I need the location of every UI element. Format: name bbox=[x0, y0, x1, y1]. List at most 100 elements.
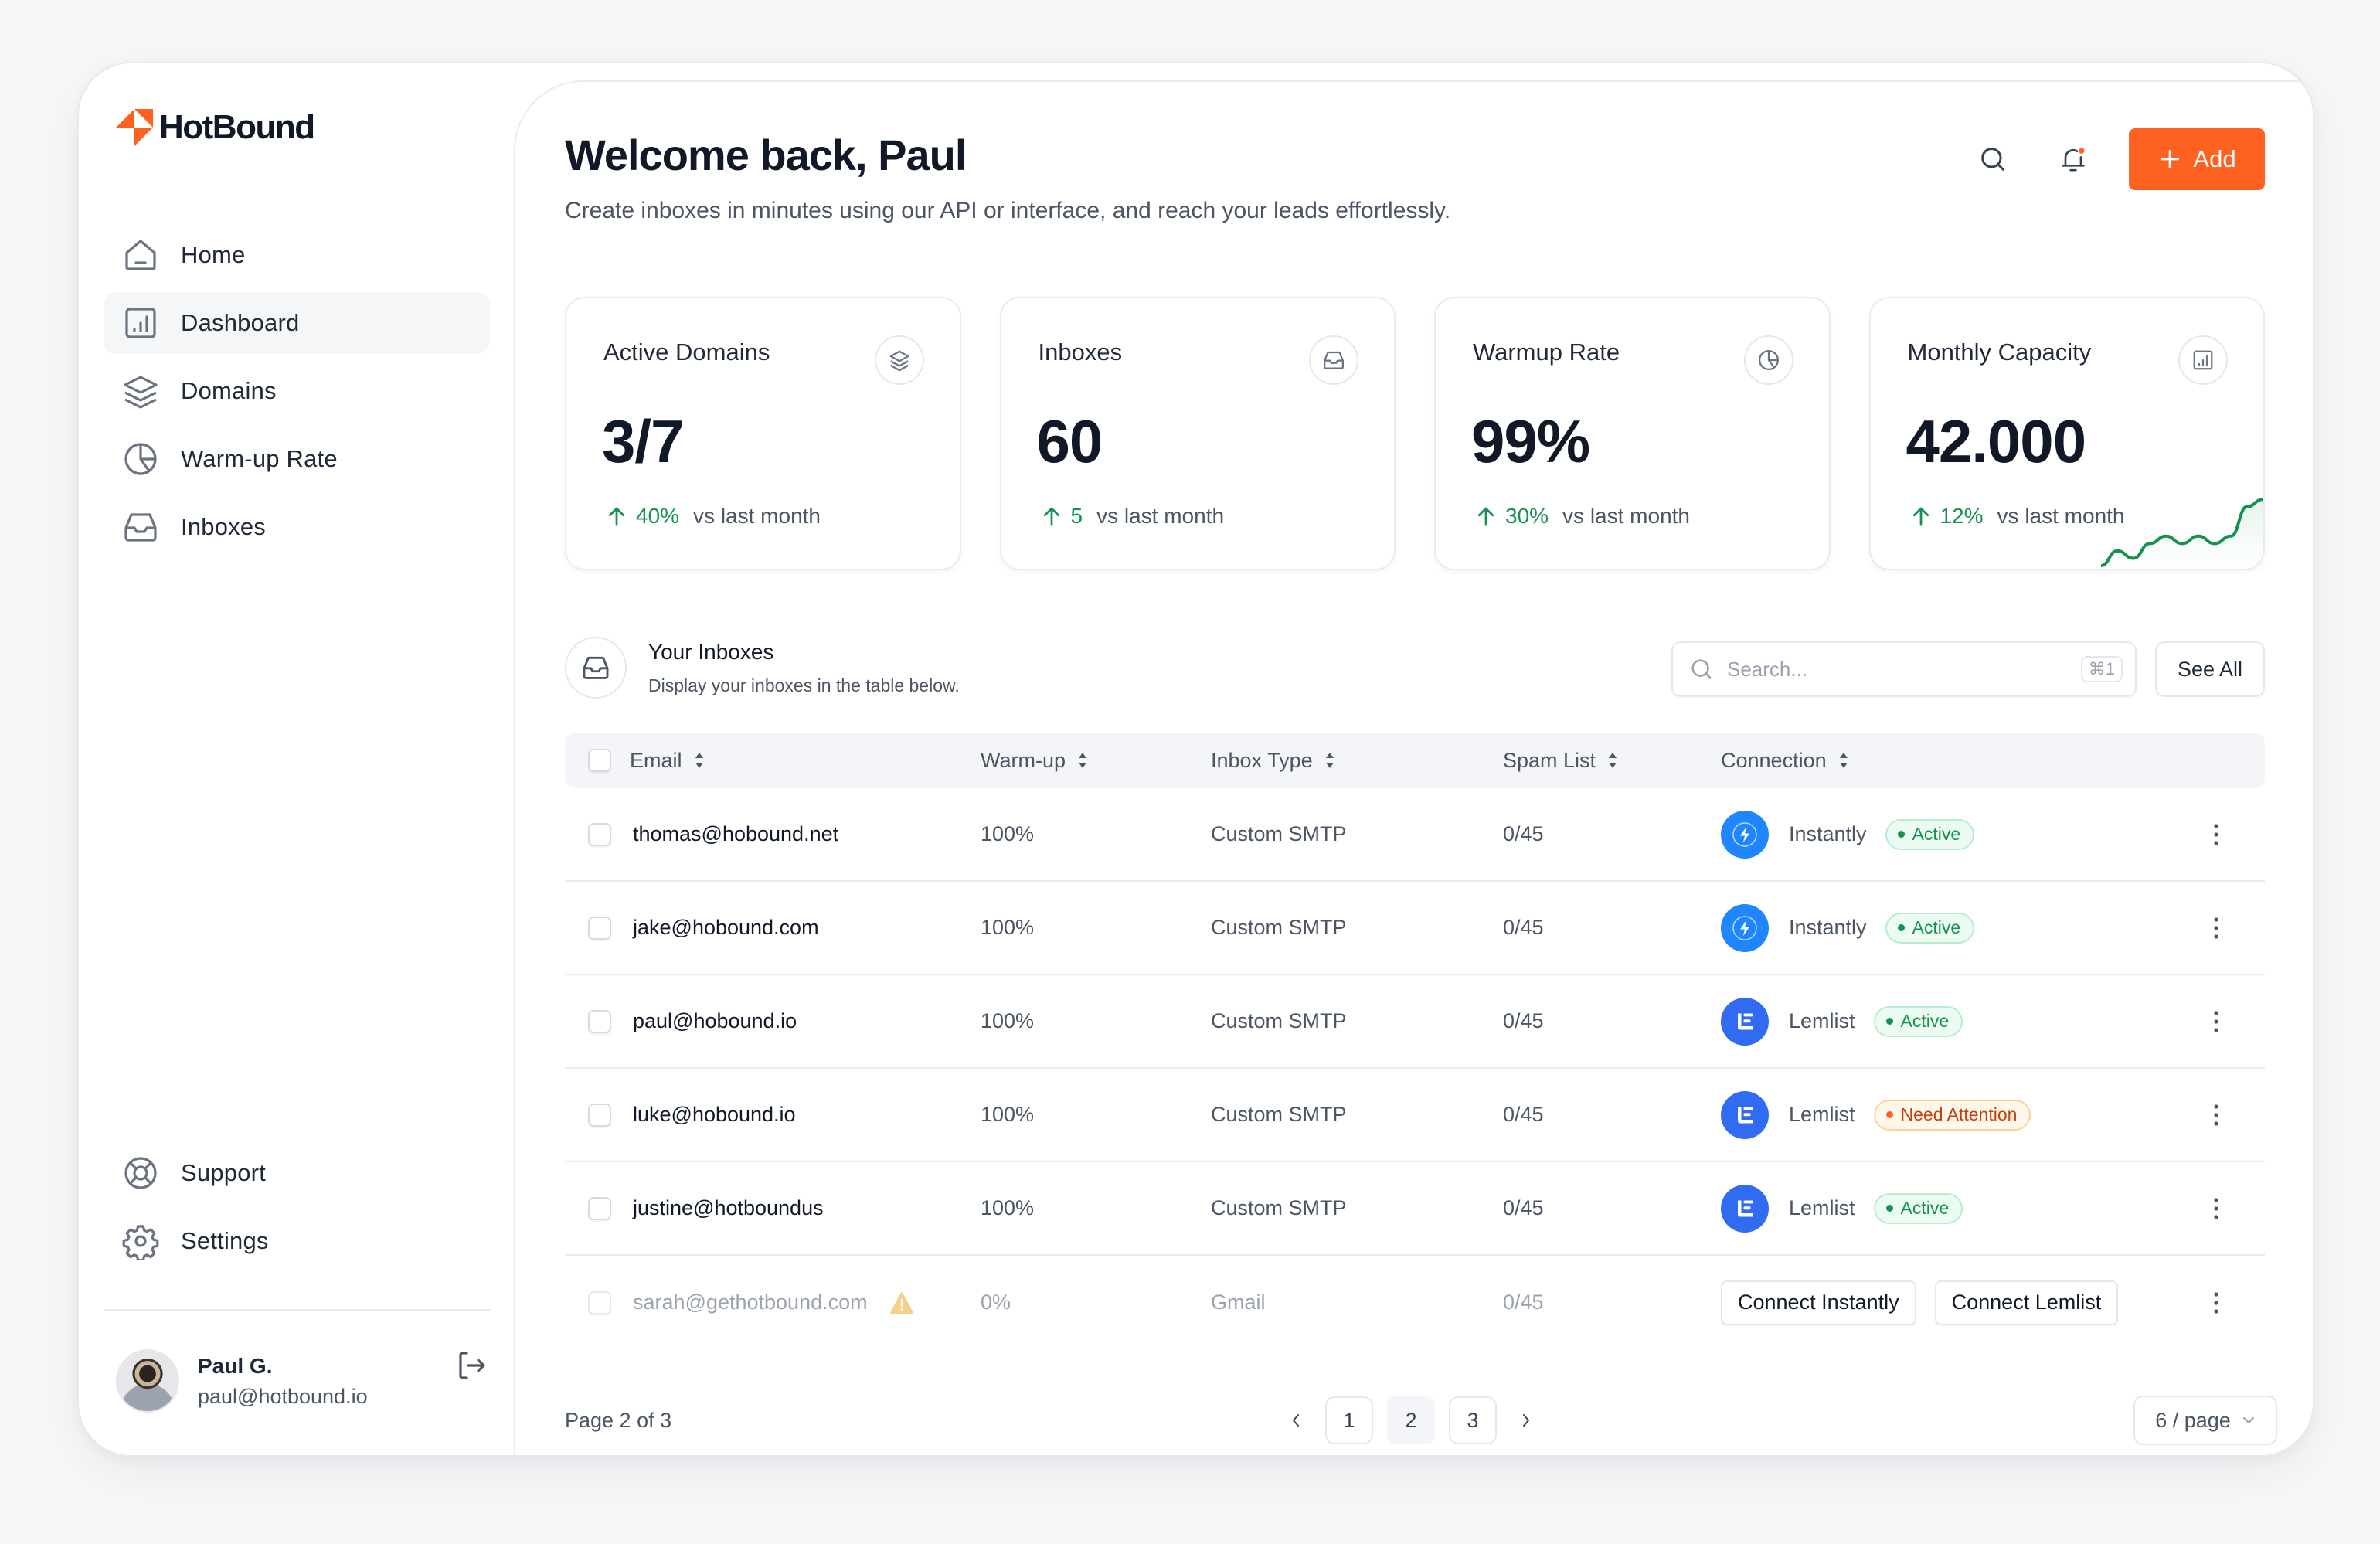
user-profile[interactable]: Paul G. paul@hotbound.io bbox=[116, 1346, 490, 1416]
hotbound-logo-icon bbox=[116, 109, 153, 146]
row-checkbox[interactable] bbox=[588, 1103, 611, 1127]
table-row[interactable]: thomas@hobound.net 100% Custom SMTP 0/45… bbox=[565, 788, 2265, 882]
stat-label: Active Domains bbox=[604, 338, 770, 366]
row-menu-button[interactable] bbox=[2205, 788, 2228, 880]
more-vertical-icon bbox=[2214, 823, 2218, 845]
stat-card-inboxes[interactable]: Inboxes 60 5 vs last month bbox=[999, 297, 1396, 570]
arrow-up-icon bbox=[1912, 507, 1929, 526]
page-buttons: 1 2 3 bbox=[1280, 1396, 1542, 1445]
connection-name: Instantly bbox=[1789, 916, 1867, 939]
connection-cell: Connect Instantly Connect Lemlist bbox=[1721, 1256, 2137, 1349]
inbox-icon bbox=[1324, 351, 1344, 369]
previous-page-button[interactable] bbox=[1280, 1396, 1311, 1444]
logo[interactable]: HotBound bbox=[116, 108, 315, 147]
sort-icon bbox=[1839, 753, 1848, 768]
more-vertical-icon bbox=[2214, 1104, 2218, 1126]
row-checkbox[interactable] bbox=[588, 1196, 611, 1220]
inboxes-section-header: Your Inboxes Display your inboxes in the… bbox=[565, 632, 2265, 702]
chevron-left-icon bbox=[1293, 1414, 1299, 1427]
inbox-type-cell: Custom SMTP bbox=[1211, 1103, 1347, 1126]
column-header-email[interactable]: Email bbox=[630, 733, 706, 788]
pie-chart-icon bbox=[124, 443, 157, 475]
table-row[interactable]: jake@hobound.com 100% Custom SMTP 0/45 I… bbox=[565, 882, 2265, 975]
warmup-cell: 100% bbox=[981, 1009, 1035, 1032]
sidebar-item-label: Home bbox=[181, 241, 246, 268]
stat-trend: 5 vs last month bbox=[1040, 504, 1224, 529]
select-all-checkbox[interactable] bbox=[588, 749, 611, 772]
lemlist-logo bbox=[1721, 997, 1769, 1046]
connection-cell: Lemlist Need Attention bbox=[1721, 1069, 2032, 1161]
per-page-select[interactable]: 6 / page bbox=[2134, 1396, 2277, 1445]
warning-icon bbox=[889, 1291, 913, 1314]
stat-trend: 30% vs last month bbox=[1474, 504, 1690, 529]
connect-instantly-button[interactable]: Connect Instantly bbox=[1721, 1280, 1916, 1325]
sidebar-item-domains[interactable]: Domains bbox=[104, 360, 490, 422]
sidebar-divider bbox=[104, 1309, 490, 1311]
row-checkbox[interactable] bbox=[588, 916, 611, 940]
email-cell: justine@hotboundus bbox=[633, 1196, 824, 1219]
row-menu-button[interactable] bbox=[2205, 882, 2228, 974]
instantly-logo bbox=[1721, 810, 1769, 859]
notifications-button[interactable] bbox=[2048, 134, 2098, 184]
trend-label: vs last month bbox=[693, 504, 821, 528]
stat-card-monthly-capacity[interactable]: Monthly Capacity 42.000 12% vs last mont… bbox=[1868, 297, 2265, 570]
bell-icon bbox=[2062, 148, 2085, 172]
page-button-1[interactable]: 1 bbox=[1325, 1396, 1373, 1444]
add-button-label: Add bbox=[2193, 145, 2236, 172]
stat-value: 3/7 bbox=[602, 407, 684, 475]
table-row[interactable]: paul@hobound.io 100% Custom SMTP 0/45 Le… bbox=[565, 975, 2265, 1069]
sidebar-item-settings[interactable]: Settings bbox=[104, 1210, 490, 1272]
see-all-button[interactable]: See All bbox=[2155, 641, 2265, 697]
connection-name: Instantly bbox=[1789, 822, 1867, 845]
sidebar-item-support[interactable]: Support bbox=[104, 1142, 490, 1204]
search-icon bbox=[1692, 659, 1712, 679]
keyboard-shortcut: ⌘1 bbox=[2080, 656, 2123, 682]
page-indicator: Page 2 of 3 bbox=[565, 1408, 672, 1432]
sort-icon bbox=[695, 753, 703, 768]
table-row[interactable]: luke@hobound.io 100% Custom SMTP 0/45 Le… bbox=[565, 1069, 2265, 1162]
column-header-connection[interactable]: Connection bbox=[1721, 733, 1850, 788]
connection-name: Lemlist bbox=[1789, 1009, 1855, 1032]
table-row[interactable]: justine@hotboundus 100% Custom SMTP 0/45… bbox=[565, 1162, 2265, 1256]
stat-card-active-domains[interactable]: Active Domains 3/7 40% vs last month bbox=[565, 297, 961, 570]
logout-icon[interactable] bbox=[453, 1347, 490, 1384]
inboxes-table: Email Warm-up Inbox Type Spam List Conne… bbox=[565, 733, 2265, 1349]
chevron-right-icon bbox=[1523, 1414, 1529, 1427]
add-button[interactable]: Add bbox=[2129, 128, 2265, 190]
sidebar-bottom-nav: Support Settings bbox=[104, 1142, 490, 1278]
stat-card-warmup-rate[interactable]: Warmup Rate 99% 30% vs last month bbox=[1434, 297, 1831, 570]
connect-lemlist-button[interactable]: Connect Lemlist bbox=[1934, 1280, 2119, 1325]
search-button[interactable] bbox=[1968, 134, 2018, 184]
email-cell: jake@hobound.com bbox=[633, 916, 819, 939]
inbox-type-cell: Custom SMTP bbox=[1211, 1009, 1347, 1032]
column-header-warm-up[interactable]: Warm-up bbox=[981, 733, 1089, 788]
stats-cards: Active Domains 3/7 40% vs last month Inb… bbox=[565, 297, 2265, 570]
column-header-spam-list[interactable]: Spam List bbox=[1503, 733, 1619, 788]
sidebar-item-home[interactable]: Home bbox=[104, 224, 490, 286]
row-menu-button[interactable] bbox=[2205, 975, 2228, 1067]
search-input[interactable] bbox=[1727, 657, 2081, 682]
pie-chart-icon bbox=[1758, 350, 1779, 370]
sidebar-item-inboxes[interactable]: Inboxes bbox=[104, 496, 490, 558]
sidebar-item-warm-up-rate[interactable]: Warm-up Rate bbox=[104, 428, 490, 490]
next-page-button[interactable] bbox=[1511, 1396, 1542, 1444]
row-checkbox[interactable] bbox=[588, 1009, 611, 1033]
table-row[interactable]: sarah@gethotbound.com 0% Gmail 0/45 Conn… bbox=[565, 1256, 2265, 1349]
warmup-cell: 100% bbox=[981, 916, 1035, 939]
row-menu-button[interactable] bbox=[2205, 1256, 2228, 1349]
user-email: paul@hotbound.io bbox=[198, 1384, 368, 1408]
row-checkbox[interactable] bbox=[588, 1291, 611, 1314]
row-checkbox[interactable] bbox=[588, 822, 611, 846]
page-button-3[interactable]: 3 bbox=[1449, 1396, 1497, 1444]
row-menu-button[interactable] bbox=[2205, 1069, 2228, 1161]
connection-name: Lemlist bbox=[1789, 1103, 1855, 1126]
column-header-inbox-type[interactable]: Inbox Type bbox=[1211, 733, 1336, 788]
sidebar-item-label: Domains bbox=[181, 377, 277, 404]
page-button-2[interactable]: 2 bbox=[1387, 1396, 1435, 1444]
trend-value: 30% bbox=[1505, 504, 1549, 528]
sidebar-item-dashboard[interactable]: Dashboard bbox=[104, 292, 490, 354]
chevron-down-icon bbox=[2242, 1417, 2254, 1423]
row-menu-button[interactable] bbox=[2205, 1162, 2228, 1254]
inbox-search: ⌘1 bbox=[1671, 641, 2137, 697]
table-body: thomas@hobound.net 100% Custom SMTP 0/45… bbox=[565, 788, 2265, 1349]
